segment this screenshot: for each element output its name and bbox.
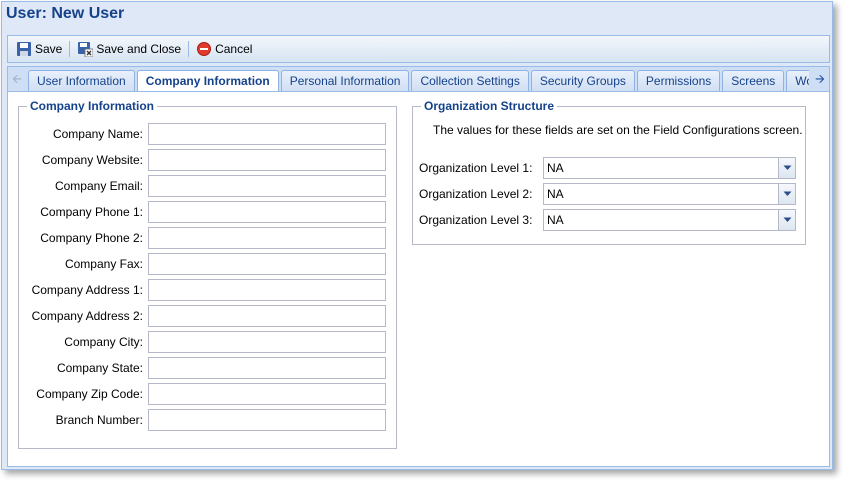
tab-personal-information[interactable]: Personal Information bbox=[280, 70, 410, 92]
field-label: Company City: bbox=[64, 335, 143, 349]
toolbar-separator bbox=[188, 41, 190, 57]
tab-permissions[interactable]: Permissions bbox=[636, 70, 721, 92]
form-row: Company Phone 1: bbox=[19, 201, 386, 223]
field-label: Branch Number: bbox=[55, 413, 143, 427]
field-label: Company Phone 2: bbox=[40, 231, 143, 245]
form-row: Company Zip Code: bbox=[19, 383, 386, 405]
form-row: Company Address 2: bbox=[19, 305, 386, 327]
save-label: Save bbox=[35, 42, 63, 56]
branch-number-input[interactable] bbox=[148, 409, 386, 431]
company-state-input[interactable] bbox=[148, 357, 386, 379]
form-row: Branch Number: bbox=[19, 409, 386, 431]
field-label: Company Email: bbox=[54, 179, 143, 193]
field-label: Organization Level 1: bbox=[419, 161, 533, 175]
tab-security-groups[interactable]: Security Groups bbox=[530, 70, 635, 92]
tab-company-information[interactable]: Company Information bbox=[136, 70, 279, 93]
form-row: Company Fax: bbox=[19, 253, 386, 275]
organization-level-2-select[interactable]: NA bbox=[543, 183, 796, 205]
field-label: Organization Level 2: bbox=[419, 187, 533, 201]
dropdown-trigger[interactable] bbox=[778, 210, 795, 230]
company-zip-code-input[interactable] bbox=[148, 383, 386, 405]
form-row: Company State: bbox=[19, 357, 386, 379]
company-city-input[interactable] bbox=[148, 331, 386, 353]
organization-note: The values for these fields are set on t… bbox=[433, 123, 803, 137]
window-title: User: New User bbox=[6, 5, 125, 22]
cancel-button[interactable]: Cancel bbox=[192, 39, 256, 59]
field-label: Company Phone 1: bbox=[40, 205, 143, 219]
save-close-icon bbox=[77, 41, 94, 58]
form-row: Organization Level 2: NA bbox=[419, 183, 796, 205]
dropdown-trigger[interactable] bbox=[778, 158, 795, 178]
chevron-down-icon bbox=[783, 191, 791, 196]
form-row: Company City: bbox=[19, 331, 386, 353]
field-label: Company State: bbox=[56, 361, 143, 375]
field-label: Company Address 1: bbox=[31, 283, 143, 297]
tab-scroll-right-button[interactable]: 🡪 bbox=[812, 70, 828, 90]
arrow-left-icon: 🡨 bbox=[12, 71, 22, 86]
form-row: Company Name: bbox=[19, 123, 386, 145]
select-value: NA bbox=[547, 161, 564, 175]
form-row: Company Phone 2: bbox=[19, 227, 386, 249]
save-button[interactable]: Save bbox=[12, 39, 66, 59]
company-website-input[interactable] bbox=[148, 149, 386, 171]
toolbar-separator bbox=[69, 41, 71, 57]
field-label: Company Address 2: bbox=[31, 309, 143, 323]
cancel-icon bbox=[196, 41, 212, 57]
company-information-legend: Company Information bbox=[27, 99, 158, 113]
organization-level-1-select[interactable]: NA bbox=[543, 157, 796, 179]
floppy-disk-icon bbox=[16, 41, 32, 57]
field-label: Company Website: bbox=[41, 153, 143, 167]
tab-user-information[interactable]: User Information bbox=[28, 70, 135, 92]
tab-strip: 🡨 User Information Company Information Per… bbox=[7, 66, 830, 93]
user-window: User: New User Save Save and Close Cance… bbox=[1, 1, 833, 470]
tab-workflows[interactable]: Workflows bbox=[786, 70, 809, 92]
form-row: Company Email: bbox=[19, 175, 386, 197]
form-row: Company Website: bbox=[19, 149, 386, 171]
company-email-input[interactable] bbox=[148, 175, 386, 197]
organization-structure-legend: Organization Structure bbox=[421, 99, 558, 113]
save-and-close-button[interactable]: Save and Close bbox=[73, 39, 185, 59]
form-row: Company Address 1: bbox=[19, 279, 386, 301]
tab-list: User Information Company Information Perso… bbox=[28, 70, 809, 93]
field-label: Organization Level 3: bbox=[419, 213, 533, 227]
tab-scroll-left-button[interactable]: 🡨 bbox=[9, 70, 25, 90]
company-address-2-input[interactable] bbox=[148, 305, 386, 327]
form-row: Organization Level 3: NA bbox=[419, 209, 796, 231]
dropdown-trigger[interactable] bbox=[778, 184, 795, 204]
tab-collection-settings[interactable]: Collection Settings bbox=[411, 70, 529, 92]
company-information-group: Company Information Company Name: Company… bbox=[18, 99, 397, 449]
field-label: Company Name: bbox=[52, 127, 143, 141]
field-label: Company Zip Code: bbox=[36, 387, 143, 401]
select-value: NA bbox=[547, 213, 564, 227]
cancel-label: Cancel bbox=[215, 42, 253, 56]
tab-body: Company Information Company Name: Company… bbox=[7, 91, 830, 467]
title-bar: User: New User bbox=[2, 2, 832, 33]
company-address-1-input[interactable] bbox=[148, 279, 386, 301]
chevron-down-icon bbox=[783, 165, 791, 170]
save-and-close-label: Save and Close bbox=[96, 42, 182, 56]
organization-structure-group: Organization Structure The values for th… bbox=[412, 99, 806, 245]
company-name-input[interactable] bbox=[148, 123, 386, 145]
chevron-down-icon bbox=[783, 217, 791, 222]
form-row: Organization Level 1: NA bbox=[419, 157, 796, 179]
organization-level-3-select[interactable]: NA bbox=[543, 209, 796, 231]
toolbar: Save Save and Close Cancel bbox=[7, 35, 830, 63]
select-value: NA bbox=[547, 187, 564, 201]
tab-screens[interactable]: Screens bbox=[722, 70, 785, 92]
company-phone-1-input[interactable] bbox=[148, 201, 386, 223]
field-label: Company Fax: bbox=[64, 257, 143, 271]
arrow-right-icon: 🡪 bbox=[815, 71, 825, 86]
company-fax-input[interactable] bbox=[148, 253, 386, 275]
company-phone-2-input[interactable] bbox=[148, 227, 386, 249]
